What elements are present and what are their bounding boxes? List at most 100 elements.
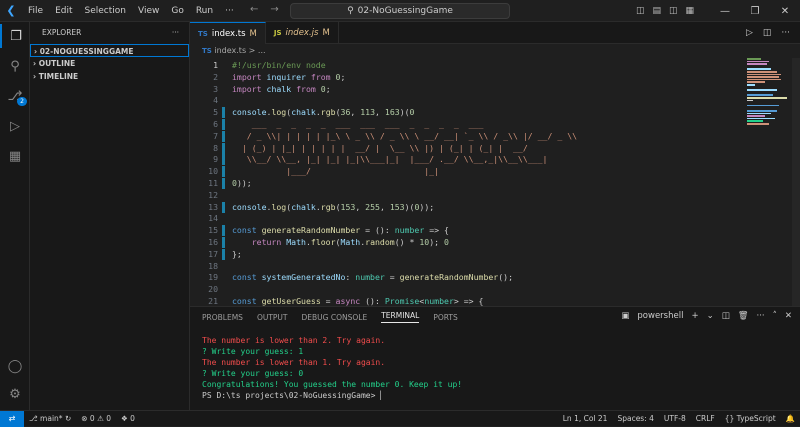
menu-more[interactable]: ··· xyxy=(219,0,240,22)
terminal-line: ? Write your guess: 0 xyxy=(202,369,304,378)
explorer-icon[interactable]: ❐ xyxy=(0,24,30,48)
modified-gutter-marker xyxy=(222,237,225,248)
minimize-button[interactable]: — xyxy=(710,6,740,17)
tab-debug-console[interactable]: DEBUG CONSOLE xyxy=(302,313,368,322)
code-text: const generateRandomNumber = (): number … xyxy=(232,225,449,236)
error-icon: ⊗ xyxy=(81,414,88,423)
title-controls: ◫ ▤ ◫ ▦ — ❐ ✕ xyxy=(636,0,800,22)
section-workspace-label: 02-NOGUESSINGGAME xyxy=(39,47,134,56)
line-number: 7 xyxy=(213,130,218,141)
problems-indicator[interactable]: ⊗ 0 ⚠ 0 xyxy=(76,414,116,423)
extensions-icon[interactable]: ▦ xyxy=(0,144,30,168)
menu-go[interactable]: Go xyxy=(165,0,189,22)
section-outline[interactable]: › OUTLINE xyxy=(30,57,189,70)
tab-label: index.ts xyxy=(211,28,246,39)
terminal-output[interactable]: The number is lower than 2. Try again. ? … xyxy=(202,335,462,401)
editor-scrollbar[interactable] xyxy=(792,58,800,306)
chevron-down-icon[interactable]: ⌄ xyxy=(707,311,714,321)
menu-view[interactable]: View xyxy=(132,0,165,22)
run-icon[interactable]: ▷ xyxy=(746,28,753,38)
forward-arrow-icon[interactable]: → xyxy=(270,4,278,15)
code-text: | (_) | |_| | | | | | __/ | \__ \\ |) | … xyxy=(232,142,528,153)
minimap-line xyxy=(747,97,787,99)
restore-button[interactable]: ❐ xyxy=(740,6,770,17)
toggle-panel-icon[interactable]: ▤ xyxy=(652,6,661,16)
line-endings[interactable]: CRLF xyxy=(691,414,720,423)
line-number: 9 xyxy=(213,154,218,165)
minimap-line xyxy=(747,73,781,76)
branch-indicator[interactable]: ⎇ main* ↻ xyxy=(24,414,76,423)
code-editor[interactable]: 1 #!/usr/bin/env node 2 import inquirer fro… xyxy=(190,58,740,306)
tab-index-ts[interactable]: TS index.ts M xyxy=(190,22,266,44)
toggle-sidebar-icon[interactable]: ◫ xyxy=(636,6,645,16)
toggle-secondary-sidebar-icon[interactable]: ◫ xyxy=(669,6,678,16)
trash-icon[interactable]: 🗑 xyxy=(738,311,749,321)
run-debug-icon[interactable]: ▷ xyxy=(0,114,30,138)
modified-gutter-marker xyxy=(222,107,225,119)
modified-gutter-marker xyxy=(222,201,225,213)
tab-output[interactable]: OUTPUT xyxy=(257,313,288,322)
minimap-line xyxy=(747,78,781,81)
source-control-icon[interactable]: ⎇ 2 xyxy=(0,84,30,108)
terminal-line: ? Write your guess: 1 xyxy=(202,347,304,356)
minimap-line xyxy=(747,120,763,122)
ports-indicator[interactable]: ❖ 0 xyxy=(116,414,140,423)
line-number: 16 xyxy=(208,237,218,247)
tab-problems[interactable]: PROBLEMS xyxy=(202,313,243,322)
more-actions-icon[interactable]: ··· xyxy=(172,22,179,44)
remote-icon[interactable]: ⇄ xyxy=(0,410,24,427)
new-terminal-icon[interactable]: + xyxy=(691,311,698,321)
close-panel-icon[interactable]: ✕ xyxy=(785,311,792,321)
menu-run[interactable]: Run xyxy=(190,0,219,22)
command-center-search[interactable]: ⚲ 02-NoGuessingGame xyxy=(290,3,510,19)
line-number: 18 xyxy=(208,260,218,271)
modified-gutter-marker xyxy=(222,225,225,237)
maximize-panel-icon[interactable]: ˄ xyxy=(773,311,777,321)
customize-layout-icon[interactable]: ▦ xyxy=(685,6,694,16)
minimap-line xyxy=(747,99,753,102)
line-number: 17 xyxy=(208,248,218,259)
section-workspace[interactable]: › 02-NOGUESSINGGAME xyxy=(30,44,189,57)
line-number: 10 xyxy=(208,166,218,177)
status-bar: ⇄ ⎇ main* ↻ ⊗ 0 ⚠ 0 ❖ 0 Ln 1, Col 21 Spa… xyxy=(0,410,800,427)
section-timeline[interactable]: › TIMELINE xyxy=(30,70,189,83)
minimap[interactable] xyxy=(745,58,790,128)
encoding[interactable]: UTF-8 xyxy=(659,414,691,423)
breadcrumb-path[interactable]: index.ts > ... xyxy=(214,46,265,55)
line-number: 13 xyxy=(208,201,218,212)
split-editor-icon[interactable]: ◫ xyxy=(763,28,772,38)
indentation[interactable]: Spaces: 4 xyxy=(612,414,658,423)
manage-gear-icon[interactable]: ⚙ xyxy=(0,382,30,406)
menu-file[interactable]: File xyxy=(22,0,49,22)
minimap-line xyxy=(747,94,773,96)
terminal-line: PS D:\ts projects\02-NoGuessingGame> ▏ xyxy=(202,391,386,400)
menu-edit[interactable]: Edit xyxy=(49,0,78,22)
minimap-line xyxy=(747,71,777,73)
sync-icon: ↻ xyxy=(64,414,72,423)
line-number: 15 xyxy=(208,225,218,236)
shell-name[interactable]: powershell xyxy=(637,311,683,321)
account-icon[interactable]: ◯ xyxy=(0,354,30,378)
language-mode[interactable]: {} TypeScript xyxy=(720,414,781,423)
language-name: TypeScript xyxy=(736,414,776,423)
minimap-line xyxy=(747,63,767,65)
split-terminal-icon[interactable]: ◫ xyxy=(722,311,730,321)
editor-more-icon[interactable]: ··· xyxy=(781,28,790,38)
tab-index-js[interactable]: JS index.js M xyxy=(266,22,339,44)
sidebar-title: EXPLORER xyxy=(42,28,82,37)
back-arrow-icon[interactable]: ← xyxy=(250,4,258,15)
code-text: / _ \\| | | | | |_\ \ _ \\ / _ \\ \ __/ … xyxy=(232,130,578,141)
notifications-bell-icon[interactable]: 🔔 xyxy=(781,414,800,423)
search-view-icon[interactable]: ⚲ xyxy=(0,54,30,78)
menu-selection[interactable]: Selection xyxy=(79,0,132,22)
cursor-position[interactable]: Ln 1, Col 21 xyxy=(558,414,613,423)
modified-gutter-marker xyxy=(222,178,225,189)
tab-label: index.js xyxy=(285,28,319,38)
close-window-button[interactable]: ✕ xyxy=(770,6,800,17)
sidebar-header: EXPLORER ··· xyxy=(30,22,189,44)
tab-terminal[interactable]: TERMINAL xyxy=(381,311,420,323)
tab-ports[interactable]: PORTS xyxy=(433,313,457,322)
error-count: 0 xyxy=(89,414,95,423)
panel-more-icon[interactable]: ··· xyxy=(757,311,765,321)
terminal-cursor: ▏ xyxy=(380,391,386,400)
